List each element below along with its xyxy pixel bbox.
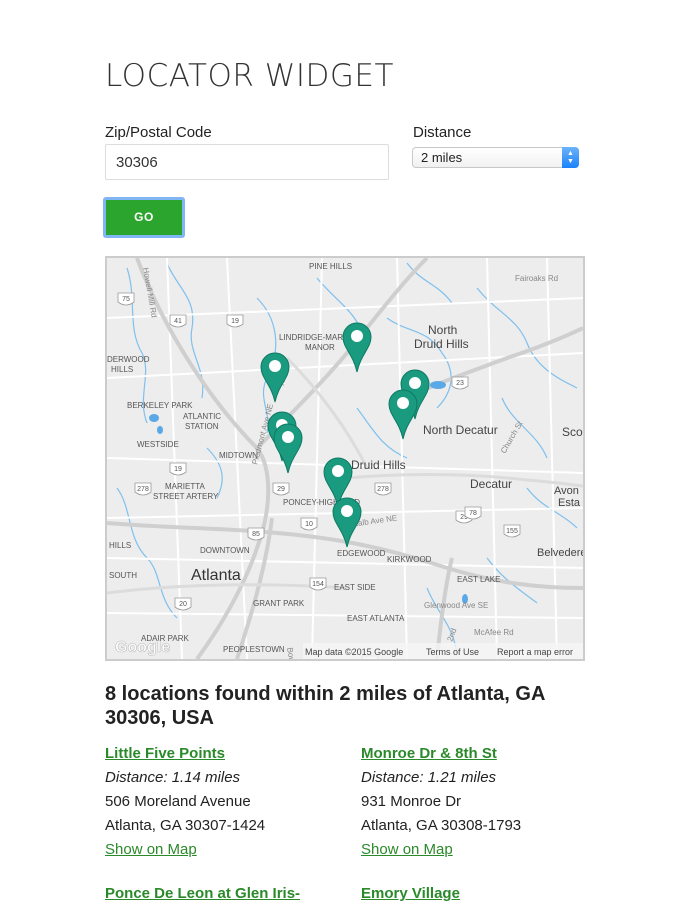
location-distance: Distance: 1.21 miles <box>361 769 497 786</box>
route-shield: 23 <box>451 376 469 390</box>
svg-text:41: 41 <box>174 318 182 325</box>
svg-text:78: 78 <box>469 510 477 517</box>
page-title: LOCATOR WIDGET <box>105 58 394 94</box>
map-label: EDGEWOOD <box>337 549 386 558</box>
svg-text:19: 19 <box>231 318 239 325</box>
map-label: BERKELEY PARK <box>127 401 193 410</box>
map-label: 2nd <box>445 627 458 643</box>
svg-text:278: 278 <box>137 486 149 493</box>
route-shield: 78 <box>464 506 482 520</box>
map-label: Atlanta <box>191 567 241 584</box>
map-label: McAfee Rd <box>474 628 514 637</box>
svg-text:23: 23 <box>456 380 464 387</box>
map-label: MANOR <box>305 343 335 352</box>
map-label: Decatur <box>470 477 512 491</box>
route-shield: 75 <box>117 292 135 306</box>
zip-label: Zip/Postal Code <box>105 124 212 141</box>
svg-text:85: 85 <box>252 531 260 538</box>
location-address-line2: Atlanta, GA 30308-1793 <box>361 817 522 834</box>
location-name-link[interactable]: Ponce De Leon at Glen Iris- <box>105 885 300 902</box>
map-label: SOUTH <box>109 571 137 580</box>
results-heading: 8 locations found within 2 miles of Atla… <box>105 683 545 729</box>
map-label: Belvedere <box>537 547 583 559</box>
route-shield: 278 <box>374 482 392 496</box>
location-name-link[interactable]: Emory Village <box>361 885 460 902</box>
map-label: ATLANTIC <box>183 412 221 421</box>
map-label: North Decatur <box>423 423 498 437</box>
map-label: Esta <box>558 497 581 509</box>
svg-text:10: 10 <box>305 521 313 528</box>
location-address-line1: 931 Monroe Dr <box>361 793 462 810</box>
chevron-updown-icon: ▲ ▼ <box>562 147 579 168</box>
route-shield: 19 <box>226 314 244 328</box>
map-label: DOWNTOWN <box>200 546 250 555</box>
map-label: North <box>428 323 457 337</box>
svg-text:154: 154 <box>312 581 324 588</box>
map-label: HILLS <box>109 541 131 550</box>
map-label: STATION <box>185 422 219 431</box>
distance-select-value: 2 miles <box>421 150 463 165</box>
map-terms-link[interactable]: Terms of Use <box>426 647 479 657</box>
map-label: Boulevard <box>285 647 300 659</box>
distance-select[interactable]: 2 miles ▲ ▼ <box>412 147 579 168</box>
svg-text:19: 19 <box>174 466 182 473</box>
location-marker[interactable] <box>388 389 418 440</box>
route-shield: 41 <box>169 314 187 328</box>
map-label: DERWOOD <box>107 355 150 364</box>
route-shield: 155 <box>503 524 521 538</box>
route-shield: 278 <box>134 482 152 496</box>
location-marker[interactable] <box>260 352 290 403</box>
map-label: PEOPLESTOWN <box>223 645 285 654</box>
map-label: Avon <box>554 485 579 497</box>
location-address-line2: Atlanta, GA 30307-1424 <box>105 817 266 834</box>
location-name-link[interactable]: Little Five Points <box>105 745 225 762</box>
zip-input[interactable] <box>105 144 389 180</box>
show-on-map-link[interactable]: Show on Map <box>105 841 197 858</box>
location-marker[interactable] <box>273 423 303 474</box>
map-label: MARIETTA <box>165 482 206 491</box>
map-label: EAST LAKE <box>457 575 500 584</box>
show-on-map-link[interactable]: Show on Map <box>361 841 453 858</box>
route-shield: 85 <box>247 527 265 541</box>
route-shield: 20 <box>174 597 192 611</box>
svg-text:29: 29 <box>277 486 285 493</box>
map-label: Howell Mill Rd <box>141 267 159 318</box>
go-button[interactable]: GO <box>103 197 185 238</box>
map-report-link[interactable]: Report a map error <box>497 647 573 657</box>
route-shield: 10 <box>300 517 318 531</box>
svg-text:278: 278 <box>377 486 389 493</box>
map-label: GRANT PARK <box>253 599 305 608</box>
route-shield: 154 <box>309 577 327 591</box>
route-shield: 29 <box>272 482 290 496</box>
distance-label: Distance <box>413 124 472 141</box>
location-address-line1: 506 Moreland Avenue <box>105 793 251 810</box>
svg-text:155: 155 <box>506 528 518 535</box>
map-label: KIRKWOOD <box>387 555 432 564</box>
map-canvas: PINE HILLS Fairoaks Rd LINDRIDGE-MARTIN … <box>107 258 583 659</box>
map-label: WESTSIDE <box>137 440 179 449</box>
google-logo: Google <box>115 639 170 656</box>
route-shield: 19 <box>169 462 187 476</box>
map-label: Druid Hills <box>351 458 406 472</box>
map-label: HILLS <box>111 365 133 374</box>
map-label: Fairoaks Rd <box>515 274 558 283</box>
map-label: Church St <box>499 419 525 455</box>
location-distance: Distance: 1.14 miles <box>105 769 241 786</box>
location-name-link[interactable]: Monroe Dr & 8th St <box>361 745 497 762</box>
map-label: PINE HILLS <box>309 262 352 271</box>
map-label: EAST ATLANTA <box>347 614 405 623</box>
map-label: Glenwood Ave SE <box>424 601 488 610</box>
map-label: EAST SIDE <box>334 583 376 592</box>
map-attribution: Map data ©2015 Google <box>305 647 403 657</box>
svg-text:75: 75 <box>122 296 130 303</box>
map-label: STREET ARTERY <box>153 492 219 501</box>
map-label: Sco <box>562 425 583 439</box>
map[interactable]: PINE HILLS Fairoaks Rd LINDRIDGE-MARTIN … <box>105 256 585 661</box>
svg-text:20: 20 <box>179 601 187 608</box>
map-label: Druid Hills <box>414 337 469 351</box>
